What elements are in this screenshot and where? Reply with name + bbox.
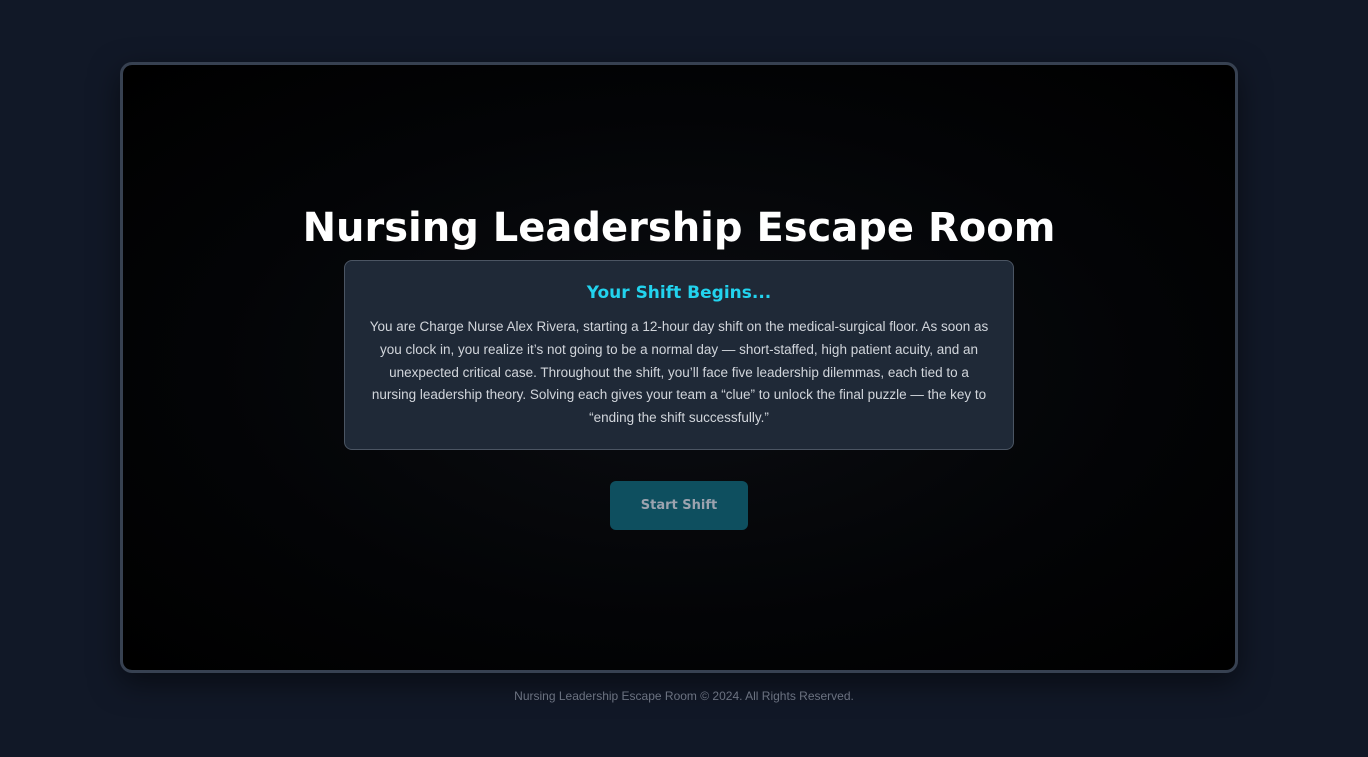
intro-text: You are Charge Nurse Alex Rivera, starti…	[369, 319, 989, 426]
start-shift-button[interactable]: Start Shift	[610, 481, 748, 530]
footer-copyright: Nursing Leadership Escape Room © 2024. A…	[514, 689, 854, 703]
page-title: Nursing Leadership Escape Room	[302, 205, 1056, 251]
intro-card: Your Shift Begins... You are Charge Nurs…	[344, 260, 1014, 450]
intro-heading: Your Shift Begins...	[586, 283, 772, 303]
game-frame: Nursing Leadership Escape Room Your Shif…	[120, 62, 1238, 673]
